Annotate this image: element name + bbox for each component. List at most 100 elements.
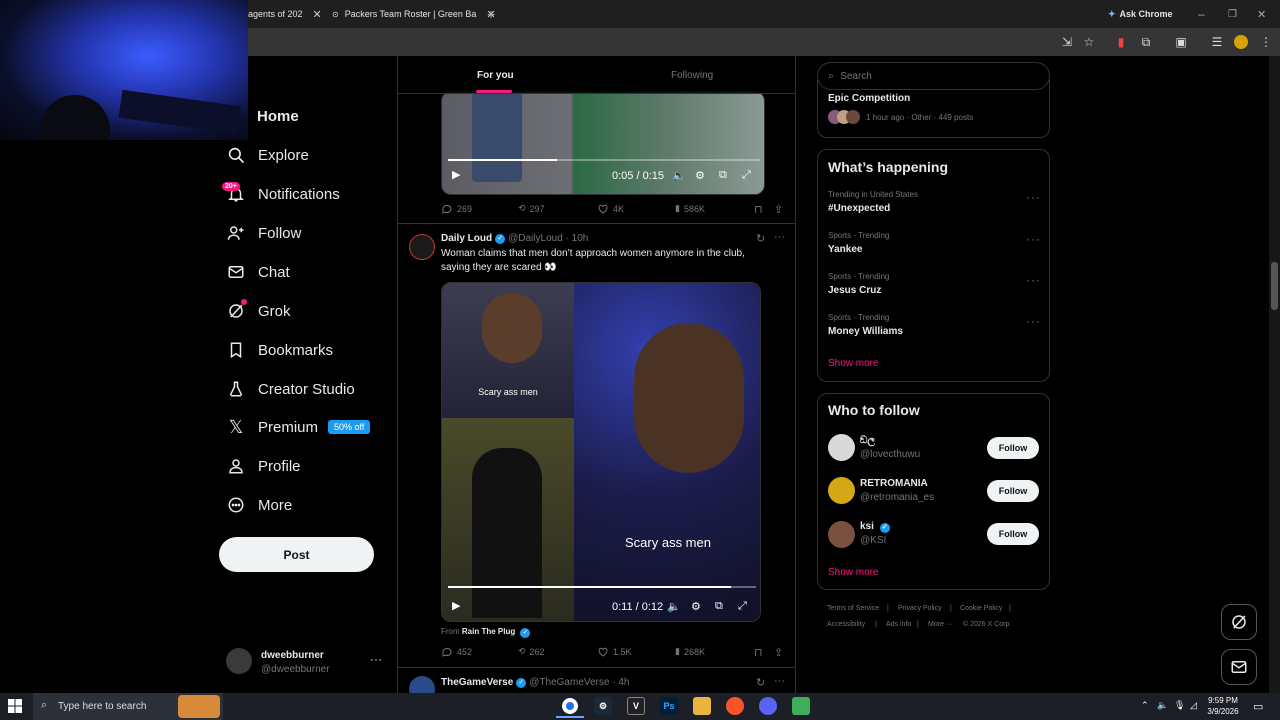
video-progress-bar[interactable] — [448, 159, 760, 161]
follow-button[interactable]: Follow — [987, 480, 1039, 502]
nav-explore[interactable]: Explore — [226, 140, 309, 170]
ask-chrome-button[interactable]: ✦ Ask Chrome — [1108, 0, 1173, 28]
nav-bookmarks[interactable]: Bookmarks — [226, 335, 333, 365]
scrollbar-thumb[interactable] — [1271, 262, 1278, 310]
chrome-menu-icon[interactable]: ⋮ — [1258, 34, 1274, 50]
tweet-video[interactable]: Scary ass men Scary ass men ▶ 0:11 / 0:1… — [441, 282, 761, 622]
author-name[interactable]: TheGameVerse — [441, 677, 513, 688]
like-button[interactable]: 4K — [597, 203, 624, 215]
more-dots-icon[interactable]: ··· — [774, 675, 785, 687]
bookmark-tweet-icon[interactable]: ⊓ — [754, 646, 763, 659]
reply-button[interactable]: 452 — [441, 646, 472, 658]
nav-notifications[interactable]: Notifications — [226, 179, 340, 209]
microphone-icon[interactable]: 🎙 — [1174, 700, 1185, 711]
footer-link[interactable]: Accessibility — [827, 621, 865, 628]
footer-link[interactable]: More ··· — [928, 621, 953, 628]
extensions-icon[interactable]: ⧉ — [1138, 34, 1154, 50]
file-explorer-taskbar-icon[interactable] — [693, 697, 711, 715]
author-name[interactable]: Daily Loud — [441, 233, 492, 244]
nav-creator-studio[interactable]: Creator Studio — [226, 374, 355, 404]
install-app-icon[interactable]: ⇲ — [1059, 34, 1075, 50]
avatar[interactable] — [409, 234, 435, 260]
tweet-time[interactable]: 4h — [618, 677, 629, 688]
notification-center-icon[interactable]: ▭ — [1253, 700, 1263, 713]
repost-button[interactable]: ⟲ 297 — [518, 203, 545, 214]
browser-tab[interactable]: ⊙ Packers Team Roster | Green Ba ✕ — [332, 0, 496, 28]
share-icon[interactable]: ⇪ — [774, 203, 783, 216]
side-panel-icon[interactable]: ▣ — [1173, 34, 1189, 50]
nav-premium[interactable]: 𝕏 Premium 50% off — [226, 412, 371, 442]
tab-for-you[interactable]: For you — [477, 70, 514, 81]
taskbar-clock[interactable]: 9:59 PM 3/9/2026 — [1198, 695, 1248, 717]
views-button[interactable]: ▮ 268K — [675, 646, 705, 657]
views-button[interactable]: ▮ 586K — [675, 203, 705, 214]
bookmark-tweet-icon[interactable]: ⊓ — [754, 203, 763, 216]
show-more-link[interactable]: Show more — [828, 567, 879, 578]
nav-home[interactable]: Home — [226, 101, 299, 131]
steam-taskbar-icon[interactable]: ⚙ — [594, 697, 612, 715]
browser-tab[interactable]: agents of 202 ✕ — [248, 0, 322, 28]
close-tab-icon[interactable]: ✕ — [313, 8, 322, 21]
author-handle[interactable]: @DailyLoud — [508, 233, 563, 244]
footer-link[interactable]: Privacy Policy — [898, 605, 942, 612]
brave-taskbar-icon[interactable] — [726, 697, 744, 715]
volume-icon[interactable]: 🔈 — [672, 169, 686, 182]
fullscreen-icon[interactable]: ⤢ — [738, 600, 747, 613]
pip-icon[interactable]: ⧉ — [715, 600, 723, 613]
fullscreen-icon[interactable]: ⤢ — [742, 169, 751, 182]
windows-start-icon[interactable] — [8, 699, 22, 713]
tweet-video[interactable]: ▶ 0:05 / 0:15 🔈 ⚙ ⧉ ⤢ — [441, 91, 765, 195]
chrome-taskbar-icon[interactable] — [562, 698, 578, 714]
nav-chat[interactable]: Chat — [226, 257, 290, 287]
follow-button[interactable]: Follow — [987, 523, 1039, 545]
grok-explain-icon[interactable]: ↻ — [756, 676, 765, 689]
settings-gear-icon[interactable]: ⚙ — [691, 600, 701, 613]
more-dots-icon[interactable]: ··· — [1026, 273, 1041, 287]
nav-more[interactable]: More — [226, 490, 292, 520]
footer-link[interactable]: Ads info — [886, 621, 911, 628]
tab-following[interactable]: Following — [671, 70, 713, 81]
account-switcher[interactable]: dweebburner @dweebburner ··· — [226, 648, 386, 680]
nav-profile[interactable]: Profile — [226, 451, 301, 481]
bookmark-star-icon[interactable]: ☆ — [1081, 34, 1097, 50]
profile-avatar-icon[interactable] — [1234, 35, 1248, 49]
page-scrollbar[interactable] — [1269, 56, 1280, 693]
more-dots-icon[interactable]: ··· — [1026, 190, 1041, 204]
like-button[interactable]: 1.5K — [597, 646, 632, 658]
new-tab-icon[interactable]: + — [487, 0, 495, 28]
footer-link[interactable]: Cookie Policy — [960, 605, 1002, 612]
nav-grok[interactable]: Grok — [226, 296, 291, 326]
more-dots-icon[interactable]: ··· — [1026, 232, 1041, 246]
avatar[interactable] — [409, 676, 435, 693]
more-dots-icon[interactable]: ··· — [370, 652, 382, 666]
reading-list-icon[interactable]: ☰ — [1209, 34, 1225, 50]
discord-taskbar-icon[interactable] — [759, 697, 777, 715]
network-icon[interactable]: ◿ — [1190, 700, 1197, 711]
window-close-icon[interactable]: ✕ — [1257, 0, 1266, 28]
speaker-icon[interactable]: 🔈 — [1157, 700, 1168, 711]
video-progress-bar[interactable] — [448, 586, 756, 588]
maximize-icon[interactable]: ❐ — [1228, 0, 1237, 28]
vscode-taskbar-icon[interactable]: V — [627, 697, 645, 715]
taskbar-search-input[interactable]: ⌕ Type here to search — [33, 693, 223, 720]
more-dots-icon[interactable]: ··· — [774, 231, 785, 243]
extension-record-icon[interactable]: ▮ — [1113, 34, 1129, 50]
repost-button[interactable]: ⟲ 262 — [518, 646, 545, 657]
pip-icon[interactable]: ⧉ — [719, 169, 727, 182]
minimize-icon[interactable]: – — [1198, 0, 1205, 28]
play-icon[interactable]: ▶ — [452, 168, 460, 181]
nav-follow[interactable]: Follow — [226, 218, 301, 248]
volume-icon[interactable]: 🔈 — [667, 600, 681, 613]
follow-button[interactable]: Follow — [987, 437, 1039, 459]
tray-chevron-icon[interactable]: ⌃ — [1141, 700, 1149, 711]
author-handle[interactable]: @TheGameVerse — [529, 677, 609, 688]
source-name[interactable]: Rain The Plug — [462, 627, 515, 636]
photoshop-taskbar-icon[interactable]: Ps — [660, 697, 678, 715]
grok-fab[interactable] — [1221, 604, 1257, 640]
reply-button[interactable]: 269 — [441, 203, 472, 215]
play-icon[interactable]: ▶ — [452, 599, 460, 612]
post-button[interactable]: Post — [219, 537, 374, 572]
show-more-link[interactable]: Show more — [828, 358, 879, 369]
event-card[interactable]: Epic Competition 1 hour ago · Other · 44… — [817, 80, 1050, 138]
footer-link[interactable]: Terms of Service — [827, 605, 879, 612]
